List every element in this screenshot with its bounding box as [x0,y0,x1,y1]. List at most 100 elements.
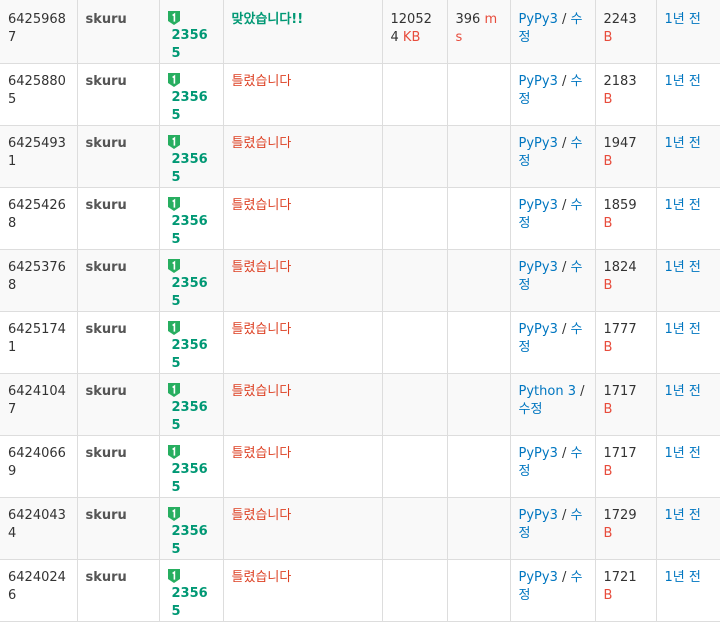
problem-link[interactable]: 23565 [167,197,215,249]
language-link[interactable]: PyPy3 [519,74,558,89]
user-link[interactable]: skuru [86,570,127,585]
code-length-cell: 1721 B [595,559,657,622]
problem-cell: 23565 [159,0,224,64]
user-link[interactable]: skuru [86,508,127,523]
result-cell: 틀렸습니다 [223,125,383,188]
user-link[interactable]: skuru [86,12,127,27]
submission-id: 64241047 [0,373,78,436]
language-separator: / [557,260,571,275]
tier-badge-icon [167,197,180,211]
user-cell: skuru [77,311,160,374]
time-cell [447,187,511,250]
user-cell: skuru [77,249,160,312]
problem-cell: 23565 [159,373,224,436]
table-row: 64259687 skuru 23565 맞았습니다!! 120524 KB 3… [0,0,720,64]
memory-cell [382,125,448,188]
problem-number: 23565 [171,586,208,619]
problem-number: 23565 [171,152,208,185]
user-link[interactable]: skuru [86,260,127,275]
user-link[interactable]: skuru [86,322,127,337]
code-length-unit: B [603,92,613,107]
language-cell: Python 3 / 수정 [510,373,596,436]
problem-link[interactable]: 23565 [167,445,215,497]
submitted-time-link[interactable]: 1년 전 [665,570,701,585]
result-text: 틀렸습니다 [231,508,292,523]
tier-badge-icon [167,321,180,335]
language-link[interactable]: PyPy3 [519,198,558,213]
code-length-value: 1824 [603,260,637,275]
language-separator: / [557,322,571,337]
submitted-time-link[interactable]: 1년 전 [665,508,701,523]
result-text: 틀렸습니다 [231,384,292,399]
language-link[interactable]: PyPy3 [519,508,558,523]
table-row: 64254931 skuru 23565 틀렸습니다 PyPy3 / 수정 19… [0,125,720,188]
result-text: 틀렸습니다 [231,570,292,585]
language-link[interactable]: PyPy3 [519,260,558,275]
code-length-unit: B [603,30,613,45]
code-length-unit: B [603,526,613,541]
submission-id: 64251741 [0,311,78,374]
memory-cell: 120524 KB [382,0,448,64]
problem-link[interactable]: 23565 [167,259,215,311]
language-separator: / [557,446,571,461]
user-link[interactable]: skuru [86,446,127,461]
submitted-time-link[interactable]: 1년 전 [665,12,701,27]
language-link[interactable]: PyPy3 [519,136,558,151]
problem-link[interactable]: 23565 [167,73,215,125]
user-link[interactable]: skuru [86,74,127,89]
result-cell: 틀렸습니다 [223,497,383,560]
memory-cell [382,435,448,498]
submitted-time-link[interactable]: 1년 전 [665,198,701,213]
submitted-time-link[interactable]: 1년 전 [665,74,701,89]
submitted-time-cell: 1년 전 [656,0,720,64]
language-link[interactable]: PyPy3 [519,12,558,27]
user-cell: skuru [77,497,160,560]
submitted-time-link[interactable]: 1년 전 [665,446,701,461]
user-link[interactable]: skuru [86,198,127,213]
edit-link[interactable]: 수정 [519,402,543,417]
submitted-time-link[interactable]: 1년 전 [665,384,701,399]
code-length-value: 1859 [603,198,637,213]
language-cell: PyPy3 / 수정 [510,497,596,560]
problem-link[interactable]: 23565 [167,569,215,621]
submitted-time-cell: 1년 전 [656,187,720,250]
problem-cell: 23565 [159,187,224,250]
language-cell: PyPy3 / 수정 [510,63,596,126]
problem-link[interactable]: 23565 [167,135,215,187]
tier-badge-icon [167,383,180,397]
problem-number: 23565 [171,214,208,247]
language-link[interactable]: PyPy3 [519,570,558,585]
problem-number: 23565 [171,524,208,557]
submission-id: 64258805 [0,63,78,126]
problem-link[interactable]: 23565 [167,321,215,373]
submitted-time-link[interactable]: 1년 전 [665,260,701,275]
user-link[interactable]: skuru [86,384,127,399]
submitted-time-link[interactable]: 1년 전 [665,136,701,151]
time-cell: 396 ms [447,0,511,64]
table-row: 64240669 skuru 23565 틀렸습니다 PyPy3 / 수정 17… [0,435,720,498]
memory-cell [382,373,448,436]
user-cell: skuru [77,125,160,188]
time-cell [447,249,511,312]
table-row: 64254268 skuru 23565 틀렸습니다 PyPy3 / 수정 18… [0,187,720,250]
problem-cell: 23565 [159,311,224,374]
problem-link[interactable]: 23565 [167,11,215,63]
language-link[interactable]: Python 3 [519,384,576,399]
code-length-cell: 1859 B [595,187,657,250]
language-link[interactable]: PyPy3 [519,322,558,337]
result-text: 틀렸습니다 [231,322,292,337]
problem-number: 23565 [171,462,208,495]
tier-badge-icon [167,259,180,273]
submitted-time-link[interactable]: 1년 전 [665,322,701,337]
submission-id: 64240669 [0,435,78,498]
user-cell: skuru [77,0,160,64]
language-separator: / [557,508,571,523]
problem-link[interactable]: 23565 [167,383,215,435]
result-text: 틀렸습니다 [231,260,292,275]
table-row: 64240246 skuru 23565 틀렸습니다 PyPy3 / 수정 17… [0,559,720,622]
code-length-unit: B [603,278,613,293]
problem-number: 23565 [171,276,208,309]
language-link[interactable]: PyPy3 [519,446,558,461]
problem-link[interactable]: 23565 [167,507,215,559]
user-link[interactable]: skuru [86,136,127,151]
